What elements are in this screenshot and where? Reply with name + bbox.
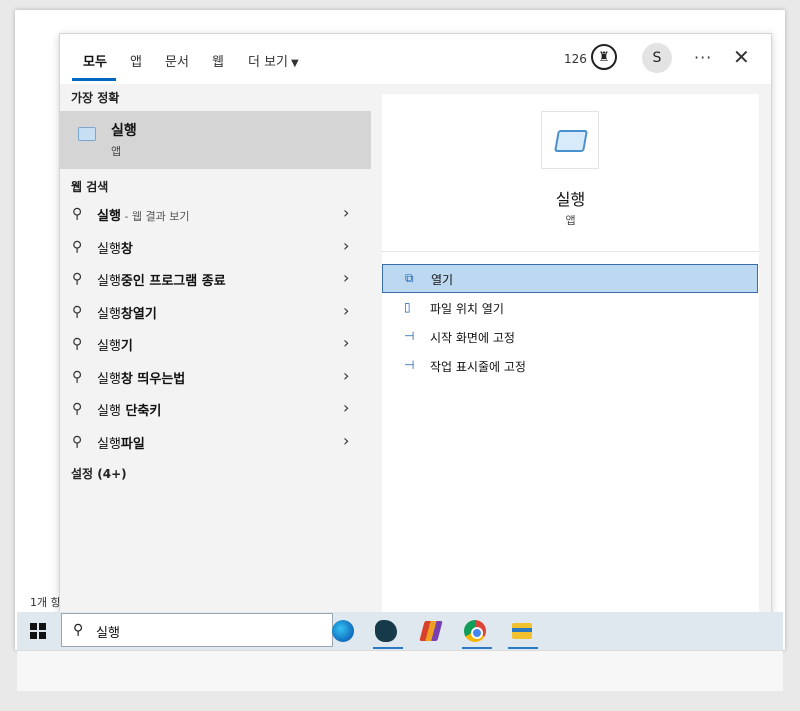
best-match-subtitle: 앱 <box>111 145 122 158</box>
tab-documents[interactable]: 문서 <box>165 51 189 70</box>
search-icon: ⚲ <box>72 369 83 385</box>
run-app-icon <box>554 130 588 152</box>
web-result-query: 실행 <box>97 307 121 322</box>
web-result-row[interactable]: ⚲ 실행중인 프로그램 종료 › <box>60 263 371 295</box>
edge-icon[interactable] <box>326 614 364 648</box>
chrome-icon[interactable] <box>458 614 496 649</box>
pin-icon: ⊣ <box>404 329 415 343</box>
web-result-row[interactable]: ⚲ 실행파일 › <box>60 426 371 458</box>
chevron-right-icon: › <box>343 366 350 385</box>
active-tab-indicator <box>72 78 116 81</box>
rewards-icon[interactable]: ♜ <box>591 44 617 70</box>
web-result-completion: 기 <box>120 339 133 354</box>
web-result-completion: 단축키 <box>120 404 162 419</box>
avatar[interactable]: S <box>642 43 672 73</box>
run-app-icon <box>78 127 96 141</box>
app-tile <box>541 111 599 169</box>
chevron-right-icon: › <box>343 236 350 255</box>
web-result-query: 실행 <box>97 339 121 354</box>
close-icon[interactable]: ✕ <box>733 45 750 69</box>
divider <box>382 251 759 252</box>
web-result-completion: 파일 <box>120 437 145 452</box>
web-result-query: 실행 <box>97 404 121 419</box>
search-icon: ⚲ <box>72 401 83 417</box>
tab-all[interactable]: 모두 <box>83 51 107 70</box>
search-icon: ⚲ <box>72 304 83 320</box>
web-result-suffix: - 웹 결과 보기 <box>120 210 190 223</box>
chevron-right-icon: › <box>343 301 350 320</box>
pin-to-start-label: 시작 화면에 고정 <box>430 331 515 345</box>
preview-pane: 실행 앱 ⧉ 열기 ▯ 파일 위치 열기 ⊣ 시작 화면에 고정 ⊣ 작업 표시… <box>382 94 759 613</box>
web-result-query: 실행 <box>97 209 121 224</box>
web-result-row[interactable]: ⚲ 실행기 › <box>60 328 371 360</box>
web-result-completion: 창열기 <box>120 307 157 322</box>
windows-start-icon[interactable] <box>30 623 46 639</box>
web-result-query: 실행 <box>97 372 121 387</box>
search-panel: 모두 앱 문서 웹 더 보기 ▼ 126 ♜ S ··· ✕ 가장 정확 실행 앱… <box>59 33 772 614</box>
web-result-query: 실행 <box>97 274 121 289</box>
chevron-right-icon: › <box>343 431 350 450</box>
search-tabs-bar: 모두 앱 문서 웹 더 보기 ▼ 126 ♜ S ··· ✕ <box>60 34 771 84</box>
open-file-location-action[interactable]: ▯ 파일 위치 열기 <box>382 294 758 323</box>
best-match-title: 실행 <box>111 123 137 139</box>
search-icon: ⚲ <box>72 271 83 287</box>
search-icon: ⚲ <box>72 239 83 255</box>
chevron-right-icon: › <box>343 333 350 352</box>
open-action[interactable]: ⧉ 열기 <box>382 264 758 293</box>
taskbar: ⚲ 실행 <box>17 612 783 650</box>
search-icon: ⚲ <box>72 336 83 352</box>
pin-to-taskbar-action[interactable]: ⊣ 작업 표시줄에 고정 <box>382 352 758 381</box>
chevron-right-icon: › <box>343 203 350 222</box>
web-result-row[interactable]: ⚲ 실행 단축키 › <box>60 393 371 425</box>
pin-to-start-action[interactable]: ⊣ 시작 화면에 고정 <box>382 323 758 352</box>
chevron-right-icon: › <box>343 268 350 287</box>
more-options-icon[interactable]: ··· <box>694 48 712 67</box>
web-search-heading: 웹 검색 <box>71 180 109 194</box>
tab-web[interactable]: 웹 <box>212 51 224 70</box>
app-icon[interactable] <box>413 614 451 648</box>
chevron-down-icon: ▼ <box>291 58 299 69</box>
preview-app-name: 실행 <box>555 190 586 209</box>
open-file-location-label: 파일 위치 열기 <box>430 302 504 316</box>
best-match-heading: 가장 정확 <box>71 91 120 105</box>
tab-apps[interactable]: 앱 <box>130 51 142 70</box>
open-icon: ⧉ <box>405 271 414 285</box>
search-icon: ⚲ <box>72 206 83 222</box>
pin-icon: ⊣ <box>404 358 415 372</box>
open-action-label: 열기 <box>431 273 454 287</box>
rewards-points: 126 <box>564 52 587 66</box>
desktop-icon-label: 1개 항 <box>30 596 61 609</box>
app-icon[interactable] <box>369 614 407 649</box>
pin-to-taskbar-label: 작업 표시줄에 고정 <box>430 360 526 374</box>
settings-heading[interactable]: 설정 (4+) <box>71 465 127 482</box>
web-result-completion: 창 <box>120 242 133 257</box>
file-explorer-icon[interactable] <box>504 614 542 649</box>
search-input[interactable]: 실행 <box>96 622 120 641</box>
chevron-right-icon: › <box>343 398 350 417</box>
search-icon: ⚲ <box>72 434 83 450</box>
web-result-completion: 창 띄우는법 <box>120 372 186 387</box>
web-result-query: 실행 <box>97 242 121 257</box>
web-result-completion: 중인 프로그램 종료 <box>120 274 226 289</box>
web-result-row[interactable]: ⚲ 실행창 › <box>60 231 371 263</box>
preview-app-type: 앱 <box>565 214 576 227</box>
best-match-item[interactable]: 실행 앱 <box>60 111 371 169</box>
web-result-row[interactable]: ⚲ 실행 - 웹 결과 보기 › <box>60 198 371 230</box>
search-icon: ⚲ <box>73 622 84 638</box>
web-result-row[interactable]: ⚲ 실행창 띄우는법 › <box>60 361 371 393</box>
tab-more-label: 더 보기 <box>248 55 289 70</box>
web-result-query: 실행 <box>97 437 121 452</box>
file-location-icon: ▯ <box>404 300 411 314</box>
results-list: 가장 정확 실행 앱 웹 검색 ⚲ 실행 - 웹 결과 보기 › ⚲ 실행창 ›… <box>60 84 382 613</box>
tab-more[interactable]: 더 보기 ▼ <box>248 51 299 70</box>
taskbar-search-box[interactable]: ⚲ 실행 <box>61 613 333 647</box>
web-result-row[interactable]: ⚲ 실행창열기 › <box>60 296 371 328</box>
bottom-strip <box>17 650 783 691</box>
